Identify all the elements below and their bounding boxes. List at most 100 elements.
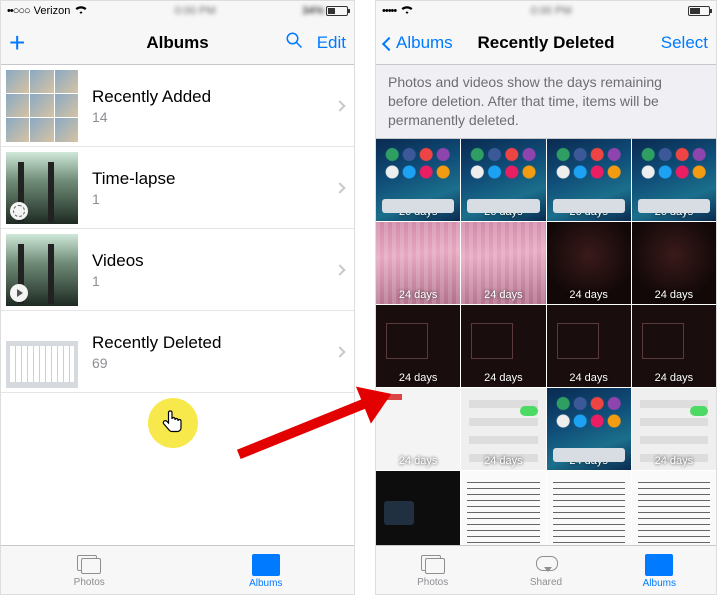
- tap-cursor-annotation: [148, 398, 198, 448]
- days-remaining-label: 24 days: [632, 372, 716, 384]
- play-icon: [10, 284, 28, 302]
- deleted-photo-cell[interactable]: 24 days: [632, 305, 716, 387]
- deleted-photo-cell[interactable]: 24 days: [547, 388, 631, 470]
- days-remaining-label: 24 days: [547, 455, 631, 467]
- signal-dots: ••○○○: [7, 5, 30, 17]
- chevron-right-icon: [334, 264, 345, 275]
- deleted-photo-cell[interactable]: 24 days: [547, 305, 631, 387]
- chevron-right-icon: [334, 346, 345, 357]
- search-icon[interactable]: [285, 31, 303, 54]
- deletion-info-text: Photos and videos show the days remainin…: [376, 65, 716, 139]
- recently-deleted-screen: ••••• 0:00 PM Albums Recently Deleted Se…: [375, 0, 717, 595]
- status-bar: ••○○○ Verizon 0:00 PM 34%: [1, 1, 354, 21]
- status-time: 0:00 PM: [88, 5, 302, 17]
- timelapse-icon: [10, 202, 28, 220]
- deleted-photo-cell[interactable]: 24 days: [376, 305, 460, 387]
- tab-label: Albums: [643, 578, 676, 589]
- album-thumb: [6, 316, 78, 388]
- tab-bar: Photos Albums: [1, 545, 354, 594]
- days-remaining-label: 26 days: [547, 206, 631, 218]
- album-name: Recently Deleted: [92, 333, 336, 353]
- tab-albums[interactable]: Albums: [603, 546, 716, 594]
- chevron-right-icon: [334, 100, 345, 111]
- days-remaining-label: 24 days: [461, 372, 545, 384]
- days-remaining-label: 26 days: [376, 206, 460, 218]
- albums-icon: [645, 554, 673, 576]
- tab-label: Shared: [530, 577, 562, 588]
- days-remaining-label: 24 days: [632, 289, 716, 301]
- album-count: 1: [92, 191, 336, 207]
- deleted-photo-cell[interactable]: [547, 471, 631, 549]
- deleted-photo-cell[interactable]: 24 days: [547, 222, 631, 304]
- album-row-videos[interactable]: Videos 1: [1, 229, 354, 311]
- days-remaining-label: 24 days: [547, 289, 631, 301]
- album-thumb: [6, 152, 78, 224]
- days-remaining-label: 24 days: [376, 455, 460, 467]
- tab-shared[interactable]: Shared: [489, 546, 602, 594]
- album-name: Videos: [92, 251, 336, 271]
- albums-icon: [252, 554, 280, 576]
- deleted-photo-cell[interactable]: 24 days: [376, 222, 460, 304]
- deleted-photo-cell[interactable]: [376, 471, 460, 549]
- days-remaining-label: 26 days: [632, 206, 716, 218]
- deleted-photo-cell[interactable]: 26 days: [461, 139, 545, 221]
- deleted-photo-cell[interactable]: 26 days: [376, 139, 460, 221]
- tab-photos[interactable]: Photos: [1, 546, 178, 594]
- days-remaining-label: 24 days: [461, 289, 545, 301]
- tab-label: Photos: [74, 577, 105, 588]
- deleted-photo-cell[interactable]: [632, 471, 716, 549]
- album-list[interactable]: Recently Added 14 Time-lapse 1 Videos 1: [1, 65, 354, 545]
- status-bar: ••••• 0:00 PM: [376, 1, 716, 21]
- battery-indicator: [688, 6, 710, 16]
- status-time: 0:00 PM: [414, 5, 688, 17]
- chevron-right-icon: [334, 182, 345, 193]
- deleted-photos-grid[interactable]: 26 days26 days26 days26 days24 days24 da…: [376, 139, 716, 549]
- album-row-time-lapse[interactable]: Time-lapse 1: [1, 147, 354, 229]
- album-name: Time-lapse: [92, 169, 336, 189]
- days-remaining-label: 24 days: [376, 289, 460, 301]
- select-button[interactable]: Select: [661, 33, 708, 53]
- photos-icon: [75, 553, 103, 575]
- album-count: 69: [92, 355, 336, 371]
- days-remaining-label: 26 days: [461, 206, 545, 218]
- albums-screen: ••○○○ Verizon 0:00 PM 34% + Albums Edit …: [0, 0, 355, 595]
- nav-bar: Albums Recently Deleted Select: [376, 21, 716, 65]
- deleted-photo-cell[interactable]: 24 days: [461, 388, 545, 470]
- edit-button[interactable]: Edit: [317, 33, 346, 53]
- days-remaining-label: 24 days: [547, 372, 631, 384]
- album-count: 14: [92, 109, 336, 125]
- deleted-photo-cell[interactable]: 24 days: [632, 388, 716, 470]
- album-count: 1: [92, 273, 336, 289]
- album-thumb: [6, 234, 78, 306]
- deleted-photo-cell[interactable]: 26 days: [547, 139, 631, 221]
- tab-bar: Photos Shared Albums: [376, 545, 716, 594]
- days-remaining-label: 24 days: [461, 455, 545, 467]
- battery-indicator: 34%: [302, 5, 348, 17]
- deleted-photo-cell[interactable]: 24 days: [376, 388, 460, 470]
- back-button[interactable]: Albums: [384, 33, 453, 53]
- deleted-photo-cell[interactable]: 24 days: [461, 222, 545, 304]
- tab-photos[interactable]: Photos: [376, 546, 489, 594]
- tab-label: Albums: [249, 578, 282, 589]
- wifi-icon: [400, 5, 414, 18]
- signal-dots: •••••: [382, 5, 396, 17]
- deleted-photo-cell[interactable]: 24 days: [461, 305, 545, 387]
- album-row-recently-deleted[interactable]: Recently Deleted 69: [1, 311, 354, 393]
- wifi-icon: [74, 5, 88, 18]
- deleted-photo-cell[interactable]: [461, 471, 545, 549]
- days-remaining-label: 24 days: [376, 372, 460, 384]
- tab-label: Photos: [417, 577, 448, 588]
- deleted-photo-cell[interactable]: 26 days: [632, 139, 716, 221]
- tab-albums[interactable]: Albums: [178, 546, 355, 594]
- nav-bar: + Albums Edit: [1, 21, 354, 65]
- photos-icon: [419, 553, 447, 575]
- deleted-photo-cell[interactable]: 24 days: [632, 222, 716, 304]
- carrier-label: Verizon: [34, 5, 71, 17]
- add-album-button[interactable]: +: [9, 29, 25, 57]
- days-remaining-label: 24 days: [632, 455, 716, 467]
- album-name: Recently Added: [92, 87, 336, 107]
- album-row-recently-added[interactable]: Recently Added 14: [1, 65, 354, 147]
- album-thumb: [6, 70, 78, 142]
- shared-icon: [532, 553, 560, 575]
- chevron-left-icon: [382, 36, 396, 50]
